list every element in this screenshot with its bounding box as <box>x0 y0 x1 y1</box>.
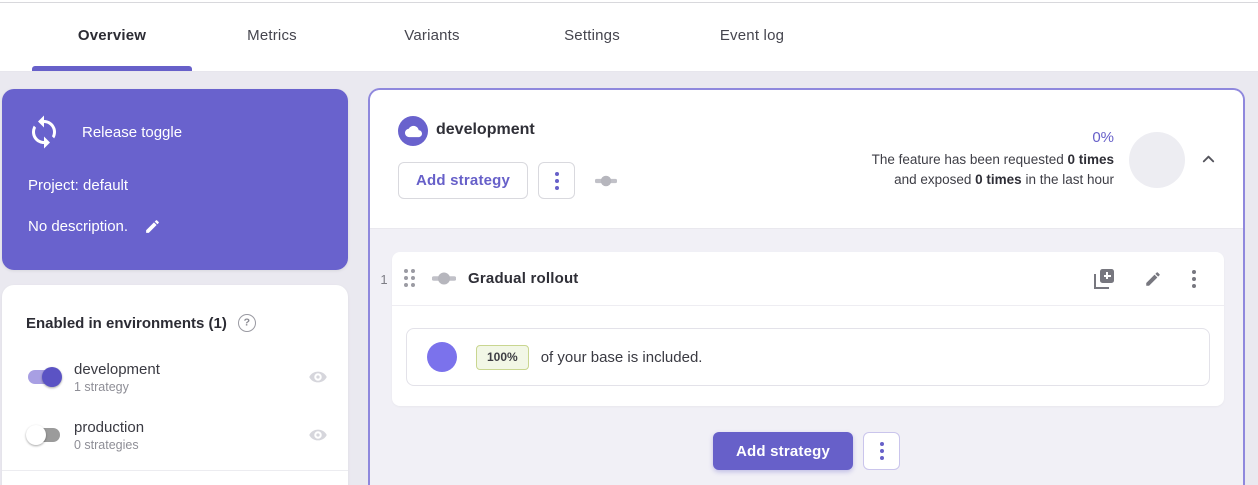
edit-strategy-button[interactable] <box>1144 270 1162 288</box>
feature-type-card: Release toggle Project: default No descr… <box>2 89 348 270</box>
tab-overview[interactable]: Overview <box>32 0 192 71</box>
environments-title: Enabled in environments (1) <box>26 315 227 332</box>
feature-type-label: Release toggle <box>82 124 182 141</box>
toggle-knob <box>26 425 46 445</box>
environment-row-development: development 1 strategy <box>26 357 328 397</box>
sync-icon <box>26 114 62 150</box>
copy-add-icon <box>1094 269 1114 289</box>
environment-badge <box>398 116 428 146</box>
pencil-icon <box>1144 270 1162 288</box>
drag-handle-icon[interactable] <box>404 269 416 288</box>
environment-name: development <box>74 361 160 378</box>
rollout-summary-box: 100% of your base is included. <box>406 328 1210 386</box>
strategy-footer: Add strategy <box>370 432 1243 470</box>
tab-settings[interactable]: Settings <box>512 0 672 71</box>
strategy-name: Gradual rollout <box>468 270 579 287</box>
feature-toggle-page: Overview Metrics Variants Settings Event… <box>0 0 1258 485</box>
tab-metrics[interactable]: Metrics <box>192 0 352 71</box>
strategy-index: 1 <box>376 272 392 287</box>
question-icon[interactable] <box>238 314 256 332</box>
strategy-card-header: Gradual rollout <box>392 252 1224 306</box>
environments-title-row: Enabled in environments (1) <box>26 314 256 332</box>
panel-divider <box>2 470 348 471</box>
footer-menu-button[interactable] <box>863 432 900 470</box>
rollout-icon <box>432 272 456 285</box>
kebab-icon <box>880 449 884 453</box>
kebab-icon <box>555 179 559 183</box>
toggle-knob <box>42 367 62 387</box>
tab-event-log[interactable]: Event log <box>672 0 832 71</box>
metrics-exposed-prefix: and exposed <box>894 172 975 187</box>
metrics-exposed-suffix: in the last hour <box>1022 172 1114 187</box>
eye-icon[interactable] <box>308 367 328 387</box>
environment-detail-header: development Add strategy 0% The feature … <box>370 90 1243 229</box>
tab-list: Overview Metrics Variants Settings Event… <box>0 0 1258 71</box>
chevron-up-icon[interactable] <box>1200 151 1217 168</box>
add-strategy-button[interactable]: Add strategy <box>398 162 528 199</box>
environment-labels: development 1 strategy <box>74 361 160 394</box>
environments-panel: Enabled in environments (1) development … <box>2 285 348 485</box>
strategy-actions <box>1094 269 1196 289</box>
environment-strategy-count: 1 strategy <box>74 380 160 394</box>
strategy-card: Gradual rollout 100% of <box>392 252 1224 406</box>
description-row: No description. <box>28 218 161 235</box>
copy-strategy-button[interactable] <box>1094 269 1114 289</box>
add-strategy-button-footer[interactable]: Add strategy <box>713 432 853 470</box>
strategy-card-body: 100% of your base is included. <box>392 306 1224 386</box>
production-toggle[interactable] <box>26 425 62 445</box>
metrics-requested-prefix: The feature has been requested <box>872 152 1068 167</box>
tab-variants[interactable]: Variants <box>352 0 512 71</box>
rollout-percent-badge: 100% <box>476 345 529 370</box>
environment-name: production <box>74 419 144 436</box>
rollout-description: of your base is included. <box>541 349 703 366</box>
edit-description-icon[interactable] <box>144 218 161 235</box>
description-text: No description. <box>28 218 128 235</box>
rollout-icon <box>595 175 617 187</box>
metrics-percentage: 0% <box>872 129 1114 146</box>
kebab-icon <box>1192 277 1196 281</box>
metrics-summary: 0% The feature has been requested 0 time… <box>872 90 1217 229</box>
project-label: Project: default <box>28 177 128 194</box>
environment-detail-name: development <box>436 121 535 139</box>
metrics-line-exposed: and exposed 0 times in the last hour <box>872 170 1114 190</box>
environment-detail-card: development Add strategy 0% The feature … <box>368 88 1245 485</box>
environment-strategy-count: 0 strategies <box>74 438 144 452</box>
metrics-exposed-count: 0 times <box>975 172 1022 187</box>
development-toggle[interactable] <box>26 367 62 387</box>
environment-menu-button[interactable] <box>538 162 575 199</box>
header-actions: Add strategy <box>398 162 617 199</box>
metrics-requested-count: 0 times <box>1067 152 1114 167</box>
eye-icon[interactable] <box>308 425 328 445</box>
tab-bar: Overview Metrics Variants Settings Event… <box>0 0 1258 72</box>
metrics-text: 0% The feature has been requested 0 time… <box>872 129 1114 190</box>
environment-labels: production 0 strategies <box>74 419 144 452</box>
strategy-menu-button[interactable] <box>1192 277 1196 281</box>
environment-row-production: production 0 strategies <box>26 415 328 455</box>
metrics-line-requested: The feature has been requested 0 times <box>872 150 1114 170</box>
rollout-pie-icon <box>427 342 457 372</box>
donut-placeholder <box>1129 132 1185 188</box>
cloud-icon <box>405 123 422 140</box>
